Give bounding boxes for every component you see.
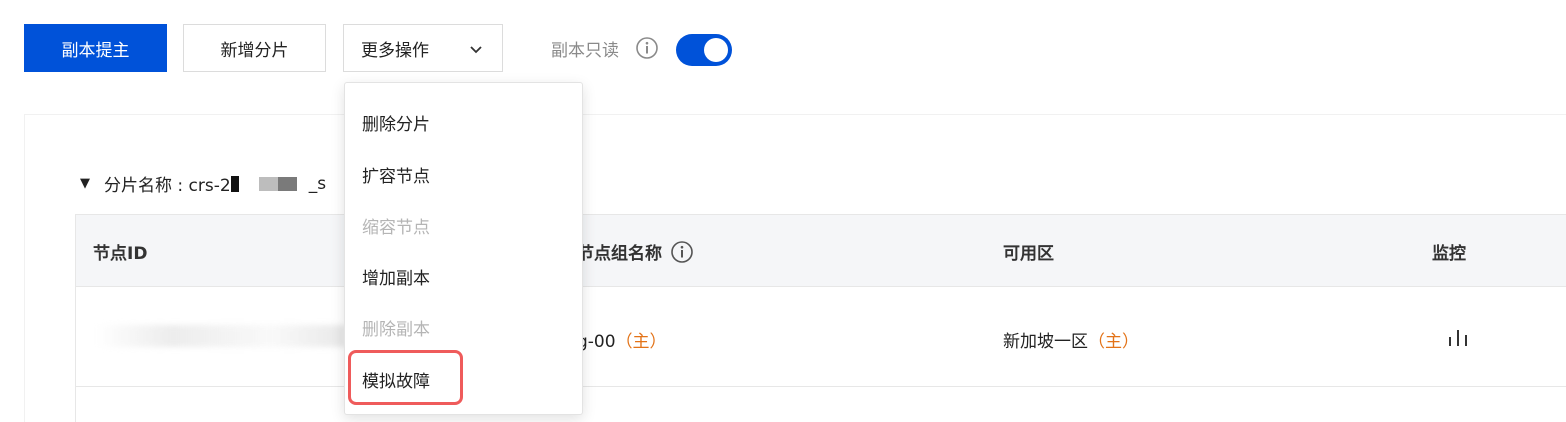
info-icon[interactable] — [635, 36, 659, 60]
info-icon[interactable] — [670, 240, 694, 264]
simulate-failure-highlight — [348, 350, 463, 405]
add-shard-label: 新增分片 — [220, 40, 289, 61]
menu-item-scale-out-nodes[interactable]: 扩容节点 — [362, 162, 430, 187]
add-shard-button[interactable]: 新增分片 — [183, 24, 326, 72]
more-actions-button[interactable]: 更多操作 — [343, 24, 503, 72]
bar-chart-icon[interactable] — [1446, 327, 1470, 347]
column-header-zone: 可用区 — [1003, 244, 1054, 264]
toggle-knob — [704, 38, 728, 62]
shard-name-suffix: _s — [308, 173, 327, 194]
shard-name-prefix: 分片名称 : crs-2 — [104, 176, 231, 196]
menu-item-add-replica[interactable]: 增加副本 — [362, 264, 430, 289]
replica-readonly-toggle[interactable] — [676, 34, 732, 66]
shard-header[interactable]: ▼ 分片名称 : crs-2 _s — [80, 171, 327, 197]
column-header-node-id: 节点ID — [93, 244, 148, 264]
more-actions-label: 更多操作 — [361, 40, 429, 61]
promote-replica-button[interactable]: 副本提主 — [24, 24, 167, 72]
menu-item-delete-shard[interactable]: 删除分片 — [362, 110, 430, 135]
menu-item-scale-in-nodes: 缩容节点 — [362, 218, 430, 238]
caret-down-icon: ▼ — [80, 176, 90, 191]
zone-cell: 新加坡一区（主） — [1003, 332, 1139, 352]
table-header: 节点ID 节点组名称 可用区 监控 — [76, 215, 1566, 287]
chevron-down-icon — [470, 46, 482, 54]
replica-readonly-label: 副本只读 — [551, 41, 619, 61]
redaction-mark — [230, 175, 239, 192]
group-name-cell: g-00（主） — [577, 332, 667, 352]
table-row: g-00（主） 新加坡一区（主） — [76, 287, 1566, 387]
redaction-mark — [258, 176, 297, 191]
column-header-monitor: 监控 — [1432, 244, 1466, 264]
menu-item-delete-replica: 删除副本 — [362, 320, 430, 340]
column-header-group-name: 节点组名称 — [577, 239, 694, 264]
node-table: 节点ID 节点组名称 可用区 监控 g-00（主） 新加坡一区（主） — [75, 214, 1566, 422]
redacted-node-id — [96, 325, 346, 347]
promote-replica-label: 副本提主 — [61, 40, 130, 61]
